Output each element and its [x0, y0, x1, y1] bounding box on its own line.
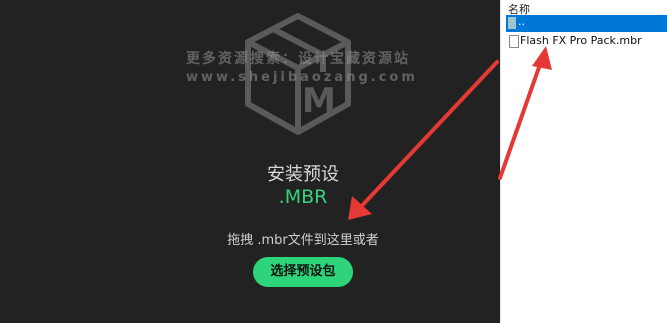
install-drop-zone[interactable]: M 更多资源搜索：设计宝藏资源站 www.shejibaozang.com 安装… — [0, 0, 500, 323]
parent-folder-label: .. — [518, 15, 525, 28]
file-name: Flash FX Pro Pack.mbr — [520, 34, 642, 47]
screen: M 更多资源搜索：设计宝藏资源站 www.shejibaozang.com 安装… — [0, 0, 667, 323]
file-explorer-panel: 名称 .. Flash FX Pro Pack.mbr — [500, 0, 667, 323]
svg-text:M: M — [302, 81, 336, 121]
watermark-url: www.shejibaozang.com — [186, 70, 418, 85]
choose-preset-button[interactable]: 选择预设包 — [253, 257, 353, 287]
folder-icon — [508, 17, 516, 29]
file-row[interactable]: Flash FX Pro Pack.mbr — [506, 33, 667, 49]
watermark-text: 更多资源搜索：设计宝藏资源站 — [186, 51, 410, 67]
parent-folder-row[interactable]: .. — [506, 15, 667, 32]
file-icon — [509, 35, 519, 48]
